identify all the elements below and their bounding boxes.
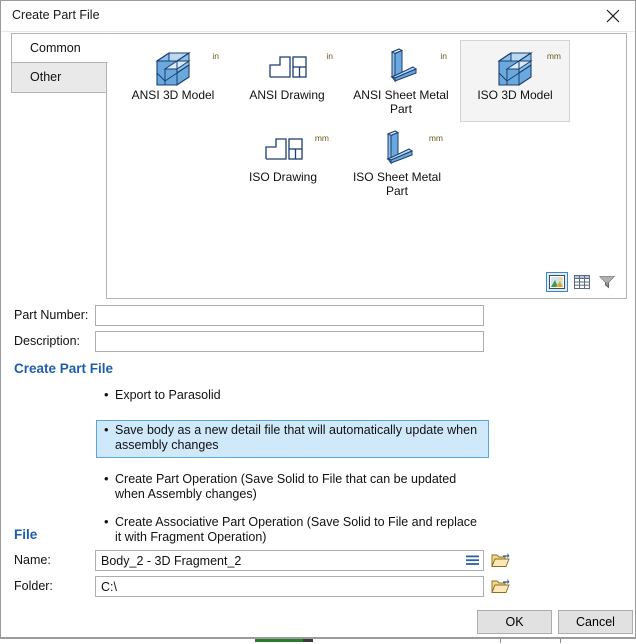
template-tab-area: in ANSI 3D Model in ANSI Drawing in ANSI… <box>11 33 627 299</box>
template-tile-grid: in ANSI 3D Model in ANSI Drawing in ANSI… <box>118 40 618 204</box>
template-unit-label: in <box>212 51 219 61</box>
option-label: Create Part Operation (Save Solid to Fil… <box>115 471 457 502</box>
template-tile-label: ANSI 3D Model <box>131 88 215 102</box>
sheet-metal-icon <box>347 44 455 90</box>
tab-common[interactable]: Common <box>11 33 108 63</box>
file-name-label: Name: <box>14 553 51 567</box>
list-menu-icon[interactable] <box>464 551 480 570</box>
description-input[interactable] <box>95 331 484 352</box>
template-unit-label: in <box>440 51 447 61</box>
dialog-titlebar: Create Part File <box>1 1 635 32</box>
template-unit-label: mm <box>314 133 329 143</box>
create-part-file-heading: Create Part File <box>14 361 114 376</box>
option-create-associative-part-operation[interactable]: Create Associative Part Operation (Save … <box>96 512 489 550</box>
3d-model-icon <box>119 44 227 90</box>
description-label: Description: <box>14 334 80 348</box>
thumbnail-view-icon[interactable] <box>546 272 568 292</box>
tab-strip: Common Other <box>11 33 108 299</box>
ok-button[interactable]: OK <box>477 610 552 634</box>
open-folder-icon[interactable] <box>490 550 510 570</box>
file-folder-input[interactable] <box>95 576 484 597</box>
view-mode-toolbar <box>546 272 618 292</box>
description-row: Description: <box>1 331 636 353</box>
create-part-file-dialog: Create Part File in ANSI 3D Model in ANS… <box>0 0 636 638</box>
template-tile-label: ISO 3D Model <box>477 88 553 102</box>
file-name-row: Name: <box>1 550 636 572</box>
option-label: Create Associative Part Operation (Save … <box>115 514 477 545</box>
drawing-icon <box>233 44 341 90</box>
template-tile-label: ISO Drawing <box>248 170 318 184</box>
cancel-button[interactable]: Cancel <box>558 610 633 634</box>
cancel-button-label: Cancel <box>576 615 615 629</box>
open-folder-icon[interactable] <box>490 576 510 596</box>
filter-icon[interactable] <box>596 272 618 292</box>
template-tile-label: ANSI Drawing <box>249 88 325 102</box>
option-label: Save body as a new detail file that will… <box>115 422 478 453</box>
template-tile-ansi-sheet-metal-part[interactable]: in ANSI Sheet Metal Part <box>346 40 456 122</box>
background-dark-indicator <box>303 639 313 642</box>
tab-other[interactable]: Other <box>11 63 107 93</box>
background-tick <box>500 639 501 643</box>
template-gallery-panel: in ANSI 3D Model in ANSI Drawing in ANSI… <box>106 33 627 299</box>
background-application-strip <box>0 638 636 644</box>
template-tile-ansi-drawing[interactable]: in ANSI Drawing <box>232 40 342 122</box>
template-tile-label: ANSI Sheet Metal Part <box>353 88 449 116</box>
background-tick <box>560 639 561 643</box>
part-number-label: Part Number: <box>14 308 89 322</box>
template-unit-label: mm <box>428 133 443 143</box>
file-folder-row: Folder: <box>1 576 636 598</box>
template-tile-label: ISO Sheet Metal Part <box>352 170 442 198</box>
dialog-title: Create Part File <box>12 8 100 22</box>
option-save-body-as-detail-file[interactable]: Save body as a new detail file that will… <box>96 419 489 458</box>
part-number-input[interactable] <box>95 305 484 326</box>
background-green-indicator <box>255 639 303 642</box>
close-icon[interactable] <box>590 1 635 30</box>
template-tile-row-1: in ANSI 3D Model in ANSI Drawing in ANSI… <box>118 40 618 122</box>
template-tile-iso-drawing[interactable]: mm ISO Drawing <box>228 122 338 204</box>
template-tile-ansi-3d-model[interactable]: in ANSI 3D Model <box>118 40 228 122</box>
part-number-row: Part Number: <box>1 305 636 327</box>
template-unit-label: mm <box>546 51 561 61</box>
file-heading: File <box>14 527 38 542</box>
template-tile-row-2: mm ISO Drawing mm ISO Sheet Metal Part <box>118 122 618 204</box>
file-folder-label: Folder: <box>14 579 53 593</box>
ok-button-label: OK <box>505 615 524 629</box>
option-create-part-operation[interactable]: Create Part Operation (Save Solid to Fil… <box>96 469 489 507</box>
file-name-input[interactable] <box>95 550 484 571</box>
option-label: Export to Parasolid <box>115 388 221 402</box>
tab-label: Other <box>30 70 62 84</box>
template-tile-iso-sheet-metal-part[interactable]: mm ISO Sheet Metal Part <box>342 122 452 204</box>
template-tile-iso-3d-model[interactable]: mm ISO 3D Model <box>460 40 570 122</box>
template-unit-label: in <box>326 51 333 61</box>
create-part-file-options: Export to Parasolid Save body as a new d… <box>96 385 489 550</box>
tab-label: Common <box>30 41 81 55</box>
grid-view-icon[interactable] <box>571 272 593 292</box>
tab-panel-seam <box>106 34 108 62</box>
option-export-to-parasolid[interactable]: Export to Parasolid <box>96 385 489 408</box>
